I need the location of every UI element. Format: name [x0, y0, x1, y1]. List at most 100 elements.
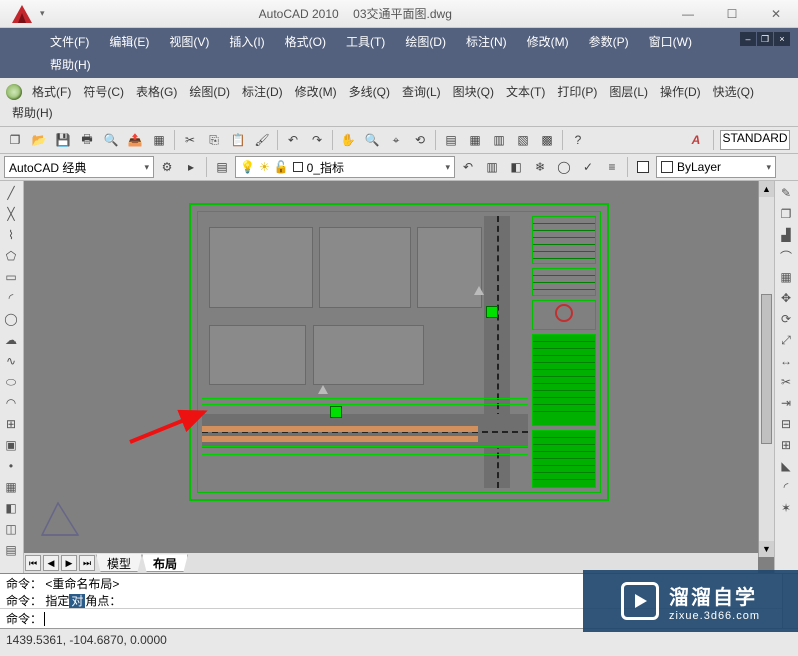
mdi-close[interactable]: ×	[774, 32, 790, 46]
publish-button[interactable]: 📤	[124, 129, 146, 151]
menu-parametric[interactable]: 参数(P)	[579, 30, 639, 53]
workspace-save-button[interactable]: ▸	[180, 156, 202, 178]
open-button[interactable]: 📂	[28, 129, 50, 151]
tab-prev[interactable]: ◀	[43, 555, 59, 571]
new-button[interactable]: ❐	[4, 129, 26, 151]
m2-qselect[interactable]: 快选(Q)	[707, 81, 760, 102]
m2-modify[interactable]: 修改(M)	[289, 81, 343, 102]
region-button[interactable]: ◫	[1, 519, 21, 539]
mirror-button[interactable]: ▟	[776, 225, 796, 245]
close-button[interactable]: ✕	[754, 3, 798, 25]
layer-manager-button[interactable]: ▤	[211, 156, 233, 178]
layer-state-button[interactable]: ▥	[481, 156, 503, 178]
m2-print[interactable]: 打印(P)	[551, 81, 603, 102]
extend-button[interactable]: ⇥	[776, 393, 796, 413]
trim-button[interactable]: ✂	[776, 372, 796, 392]
move-button[interactable]: ✥	[776, 288, 796, 308]
break-button[interactable]: ⊟	[776, 414, 796, 434]
layer-freeze-button[interactable]: ❄	[529, 156, 551, 178]
copy2-button[interactable]: ❐	[776, 204, 796, 224]
maximize-button[interactable]: ☐	[710, 3, 754, 25]
text-style-combo[interactable]: STANDARD	[720, 130, 790, 150]
undo-button[interactable]: ↶	[282, 129, 304, 151]
spline-button[interactable]: ∿	[1, 351, 21, 371]
m2-symbol[interactable]: 符号(C)	[77, 81, 130, 102]
stretch-button[interactable]: ↔	[776, 351, 796, 371]
layer-iso-button[interactable]: ◧	[505, 156, 527, 178]
paste-button[interactable]: 📋	[227, 129, 249, 151]
workspace-settings-button[interactable]: ⚙	[156, 156, 178, 178]
array-button[interactable]: ▦	[776, 267, 796, 287]
tab-next[interactable]: ▶	[61, 555, 77, 571]
m2-layer[interactable]: 图层(L)	[603, 81, 654, 102]
gradient-button[interactable]: ◧	[1, 498, 21, 518]
save-button[interactable]: 💾	[52, 129, 74, 151]
color-control-button[interactable]	[632, 156, 654, 178]
mdi-minimize[interactable]: –	[740, 32, 756, 46]
layer-make-current-button[interactable]: ✓	[577, 156, 599, 178]
match-prop-button[interactable]: 🖌	[251, 129, 273, 151]
canvas-scrollbar-v[interactable]: ▲ ▼	[758, 181, 774, 557]
markup-button[interactable]: ▧	[512, 129, 534, 151]
arc-button[interactable]: ◜	[1, 288, 21, 308]
pan-button[interactable]: ✋	[337, 129, 359, 151]
scroll-down[interactable]: ▼	[759, 541, 774, 557]
menu-tools[interactable]: 工具(T)	[336, 30, 395, 53]
menu-format[interactable]: 格式(O)	[275, 30, 336, 53]
zoom-realtime-button[interactable]: 🔍	[361, 129, 383, 151]
menu-help[interactable]: 帮助(H)	[40, 53, 101, 76]
zoom-previous-button[interactable]: ⟲	[409, 129, 431, 151]
erase-button[interactable]: ✎	[776, 183, 796, 203]
explode-button[interactable]: ✶	[776, 498, 796, 518]
m2-help[interactable]: 帮助(H)	[6, 102, 59, 123]
print-button[interactable]: 🖶	[76, 129, 98, 151]
ellipse-arc-button[interactable]: ◠	[1, 393, 21, 413]
m2-operate[interactable]: 操作(D)	[654, 81, 707, 102]
menu-draw[interactable]: 绘图(D)	[395, 30, 456, 53]
offset-button[interactable]: ⌒	[776, 246, 796, 266]
m2-block[interactable]: 图块(Q)	[447, 81, 500, 102]
menu-view[interactable]: 视图(V)	[159, 30, 219, 53]
help-button[interactable]: ?	[567, 129, 589, 151]
table-button[interactable]: ▤	[1, 540, 21, 560]
m2-draw[interactable]: 绘图(D)	[183, 81, 236, 102]
scroll-thumb[interactable]	[761, 294, 772, 444]
hatch-button[interactable]: ▦	[1, 477, 21, 497]
scroll-up[interactable]: ▲	[759, 181, 774, 197]
insert-block-button[interactable]: ⊞	[1, 414, 21, 434]
point-button[interactable]: •	[1, 456, 21, 476]
fillet-button[interactable]: ◜	[776, 477, 796, 497]
line-button[interactable]: ╱	[1, 183, 21, 203]
circle-button[interactable]: ◯	[1, 309, 21, 329]
tab-last[interactable]: ⏭	[79, 555, 95, 571]
scale-button[interactable]: ⤢	[776, 330, 796, 350]
properties-button[interactable]: ▤	[440, 129, 462, 151]
workspace-combo[interactable]: AutoCAD 经典▾	[4, 156, 154, 178]
menu-insert[interactable]: 插入(I)	[219, 30, 274, 53]
pline-button[interactable]: ⌇	[1, 225, 21, 245]
tab-model[interactable]: 模型	[96, 554, 142, 572]
layer-match-button[interactable]: ≡	[601, 156, 623, 178]
plot-preview-button[interactable]: 🔍	[100, 129, 122, 151]
ellipse-button[interactable]: ⬭	[1, 372, 21, 392]
rotate-button[interactable]: ⟳	[776, 309, 796, 329]
tab-first[interactable]: ⏮	[25, 555, 41, 571]
mdi-restore[interactable]: ❐	[757, 32, 773, 46]
redo-button[interactable]: ↷	[306, 129, 328, 151]
command-input[interactable]: 命令：	[0, 608, 782, 628]
menu-file[interactable]: 文件(F)	[40, 30, 99, 53]
tab-layout1[interactable]: 布局	[142, 554, 188, 572]
chamfer-button[interactable]: ◣	[776, 456, 796, 476]
express-start-icon[interactable]	[6, 84, 22, 100]
menu-dimension[interactable]: 标注(N)	[456, 30, 517, 53]
minimize-button[interactable]: —	[666, 3, 710, 25]
menu-edit[interactable]: 编辑(E)	[99, 30, 159, 53]
layer-off-button[interactable]: ◯	[553, 156, 575, 178]
layout-viewport[interactable]	[189, 203, 609, 501]
m2-dim[interactable]: 标注(D)	[236, 81, 289, 102]
make-block-button[interactable]: ▣	[1, 435, 21, 455]
tool-palette-button[interactable]: ▥	[488, 129, 510, 151]
rectangle-button[interactable]: ▭	[1, 267, 21, 287]
zoom-window-button[interactable]: ⌖	[385, 129, 407, 151]
polygon-button[interactable]: ⬠	[1, 246, 21, 266]
